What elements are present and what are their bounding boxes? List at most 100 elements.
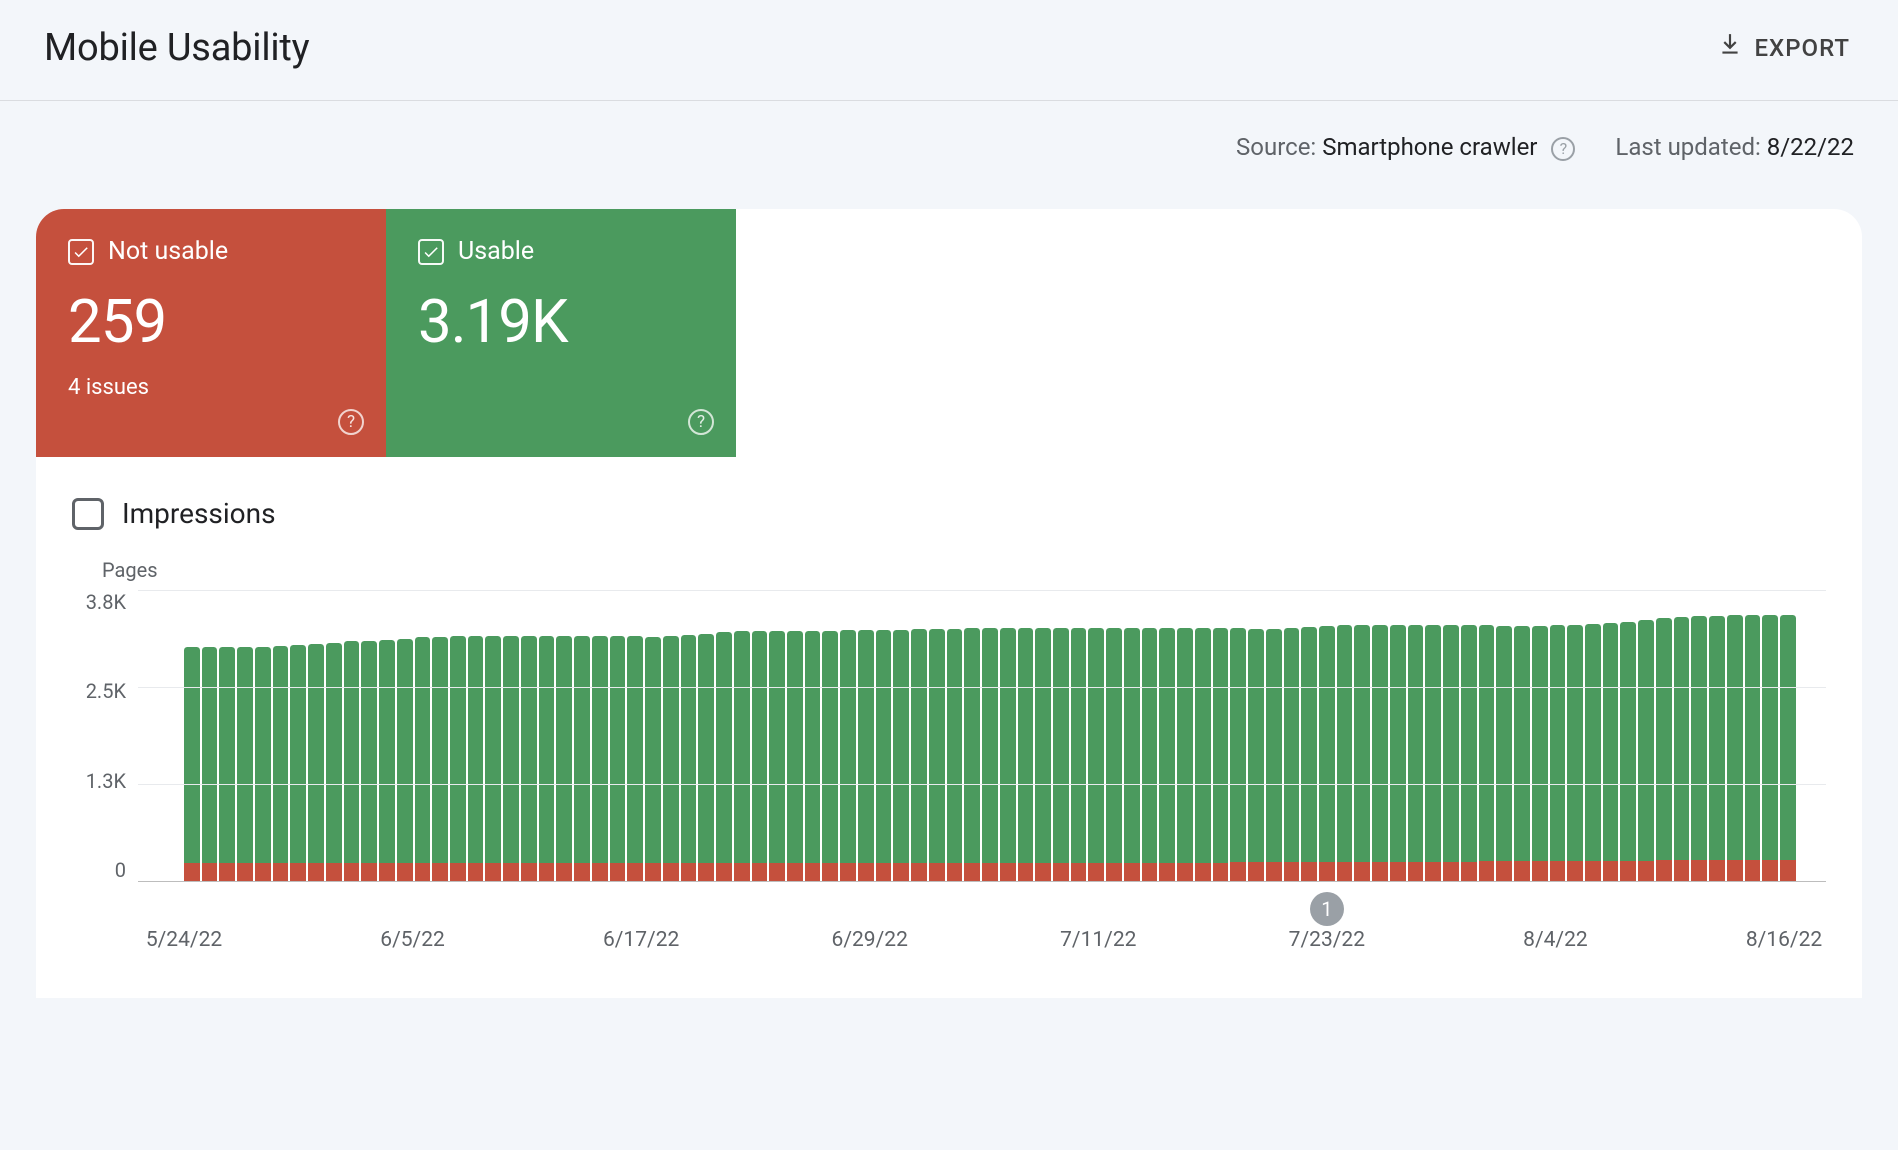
chart-bar[interactable] — [663, 636, 679, 881]
chart-bar[interactable] — [1018, 628, 1034, 881]
chart-bar[interactable] — [1745, 615, 1761, 881]
chart-bar[interactable] — [1532, 626, 1548, 881]
chart-bar[interactable] — [1337, 625, 1353, 881]
event-marker[interactable]: 1 — [1310, 892, 1344, 926]
chart-bar[interactable] — [308, 644, 324, 881]
checkbox-unchecked-icon[interactable] — [72, 498, 104, 530]
chart-bar[interactable] — [716, 632, 732, 881]
chart-bar[interactable] — [1248, 629, 1264, 881]
chart-bar[interactable] — [1266, 629, 1282, 881]
chart-bar[interactable] — [627, 636, 643, 881]
chart-bar[interactable] — [1213, 628, 1229, 881]
chart-bar[interactable] — [1479, 625, 1495, 881]
chart-bar[interactable] — [1656, 618, 1672, 881]
chart-bar[interactable] — [769, 631, 785, 881]
chart-bar[interactable] — [1638, 620, 1654, 881]
chart-bar[interactable] — [450, 636, 466, 881]
chart-bar[interactable] — [1230, 628, 1246, 881]
tile-not-usable[interactable]: Not usable 259 4 issues ? — [36, 209, 386, 457]
chart-bar[interactable] — [1567, 625, 1583, 881]
chart-bar[interactable] — [1691, 616, 1707, 881]
chart-bar[interactable] — [964, 628, 980, 881]
chart-bar[interactable] — [397, 639, 413, 881]
chart-bar[interactable] — [1142, 628, 1158, 881]
chart-bar[interactable] — [1461, 625, 1477, 881]
checkbox-checked-icon[interactable] — [418, 239, 444, 265]
chart-bar[interactable] — [1354, 625, 1370, 881]
chart-bar[interactable] — [1159, 628, 1175, 881]
chart-bar[interactable] — [1603, 623, 1619, 881]
chart-bar[interactable] — [787, 631, 803, 881]
chart-bar[interactable] — [1550, 625, 1566, 881]
chart-bar[interactable] — [911, 629, 927, 881]
chart-bar[interactable] — [1408, 625, 1424, 881]
chart-bar[interactable] — [1284, 628, 1300, 881]
chart-bar[interactable] — [1372, 625, 1388, 881]
chart-bar[interactable] — [1195, 628, 1211, 881]
checkbox-checked-icon[interactable] — [68, 239, 94, 265]
chart-bar[interactable] — [592, 636, 608, 881]
chart-bar[interactable] — [1035, 628, 1051, 881]
chart-bar[interactable] — [1319, 626, 1335, 881]
chart-bar[interactable] — [521, 636, 537, 881]
chart-bar[interactable] — [556, 636, 572, 881]
chart-bar[interactable] — [415, 637, 431, 881]
chart-bar[interactable] — [237, 647, 253, 881]
chart-bar[interactable] — [273, 646, 289, 881]
chart-bar[interactable] — [681, 635, 697, 881]
chart-bar[interactable] — [1390, 625, 1406, 881]
chart-plot[interactable]: 1 — [138, 590, 1826, 882]
chart-bar[interactable] — [1053, 628, 1069, 881]
chart-bar[interactable] — [734, 631, 750, 881]
chart-bar[interactable] — [1780, 615, 1796, 881]
chart-bar[interactable] — [645, 637, 661, 881]
chart-bar[interactable] — [539, 636, 555, 881]
tile-usable[interactable]: Usable 3.19K ? — [386, 209, 736, 457]
chart-bar[interactable] — [344, 641, 360, 881]
help-icon[interactable]: ? — [338, 409, 364, 435]
chart-bar[interactable] — [929, 629, 945, 881]
chart-bar[interactable] — [893, 630, 909, 881]
chart-bar[interactable] — [1585, 624, 1601, 881]
chart-bar[interactable] — [574, 636, 590, 881]
chart-bar[interactable] — [1425, 625, 1441, 881]
chart-bar[interactable] — [752, 631, 768, 881]
chart-bar[interactable] — [1620, 622, 1636, 881]
chart-bar[interactable] — [805, 631, 821, 881]
chart-bar[interactable] — [485, 636, 501, 881]
chart-bar[interactable] — [1088, 628, 1104, 881]
chart-bar[interactable] — [1496, 626, 1512, 881]
chart-bar[interactable] — [1709, 616, 1725, 881]
chart-bar[interactable] — [255, 647, 271, 881]
chart-bar[interactable] — [361, 641, 377, 882]
chart-bar[interactable] — [1301, 627, 1317, 881]
chart-bar[interactable] — [1443, 625, 1459, 881]
chart-bar[interactable] — [1514, 626, 1530, 881]
chart-bar[interactable] — [503, 636, 519, 881]
chart-bar[interactable] — [947, 629, 963, 881]
chart-bar[interactable] — [432, 637, 448, 881]
chart-bar[interactable] — [1000, 628, 1016, 881]
chart-bar[interactable] — [858, 630, 874, 881]
chart-bar[interactable] — [840, 630, 856, 881]
chart-bar[interactable] — [1106, 628, 1122, 881]
chart-bar[interactable] — [1124, 628, 1140, 881]
help-icon[interactable]: ? — [688, 409, 714, 435]
chart-bar[interactable] — [876, 630, 892, 881]
chart-bar[interactable] — [1674, 617, 1690, 881]
chart-bar[interactable] — [326, 643, 342, 881]
chart-bar[interactable] — [468, 636, 484, 881]
export-button[interactable]: EXPORT — [1713, 24, 1855, 72]
chart-bar[interactable] — [379, 640, 395, 881]
chart-bar[interactable] — [1727, 615, 1743, 881]
chart-bar[interactable] — [822, 631, 838, 882]
chart-bar[interactable] — [1071, 628, 1087, 881]
chart-bar[interactable] — [290, 645, 306, 881]
help-icon[interactable]: ? — [1551, 137, 1575, 161]
chart-bar[interactable] — [698, 634, 714, 881]
chart-bar[interactable] — [184, 647, 200, 881]
chart-bar[interactable] — [982, 628, 998, 881]
chart-bar[interactable] — [219, 647, 235, 881]
chart-bar[interactable] — [1177, 628, 1193, 881]
chart-bar[interactable] — [610, 636, 626, 881]
